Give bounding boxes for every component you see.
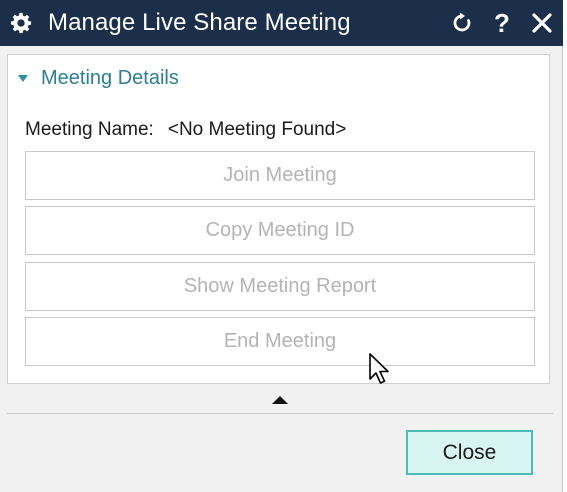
- help-icon[interactable]: ?: [489, 8, 515, 38]
- section-title: Meeting Details: [41, 66, 179, 89]
- meeting-name-row: Meeting Name: <No Meeting Found>: [25, 117, 346, 143]
- caret-down-icon[interactable]: [18, 75, 28, 82]
- show-meeting-report-button[interactable]: Show Meeting Report: [25, 262, 535, 311]
- footer-divider: [7, 413, 553, 414]
- window-title: Manage Live Share Meeting: [48, 9, 351, 36]
- manage-live-share-dialog: Manage Live Share Meeting ? Meeting Deta…: [0, 0, 563, 492]
- join-meeting-button[interactable]: Join Meeting: [25, 151, 535, 200]
- meeting-details-header[interactable]: Meeting Details: [18, 63, 179, 93]
- meeting-name-value: <No Meeting Found>: [167, 119, 347, 140]
- end-meeting-button[interactable]: End Meeting: [25, 317, 535, 366]
- title-toolbar: ?: [449, 0, 555, 46]
- close-button[interactable]: Close: [406, 430, 533, 475]
- meeting-name-label: Meeting Name:: [25, 119, 154, 140]
- help-glyph: ?: [494, 8, 510, 38]
- title-bar: Manage Live Share Meeting ?: [0, 0, 563, 46]
- meeting-details-panel: Meeting Details Meeting Name: <No Meetin…: [7, 54, 550, 384]
- refresh-icon[interactable]: [449, 8, 475, 38]
- copy-meeting-id-button[interactable]: Copy Meeting ID: [25, 206, 535, 255]
- collapse-arrow-icon[interactable]: [272, 396, 288, 404]
- close-icon[interactable]: [529, 8, 555, 38]
- gear-icon[interactable]: [10, 12, 32, 34]
